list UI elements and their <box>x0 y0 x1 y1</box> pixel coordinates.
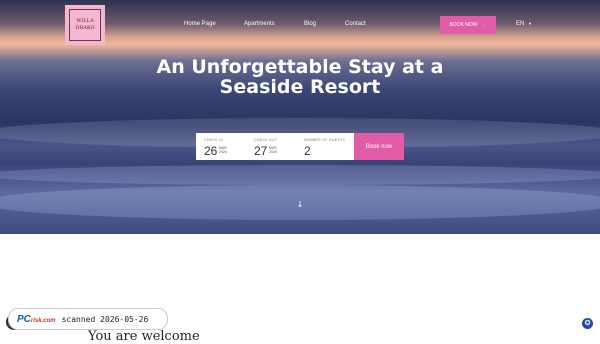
watermark-logo: PCrisk.com <box>17 314 56 325</box>
checkout-day: 27 <box>254 144 268 158</box>
wave-shape <box>0 165 600 185</box>
checkin-month-year: MAR 2026 <box>219 146 227 154</box>
checkout-year: 2026 <box>269 150 277 154</box>
checkin-day: 26 <box>204 144 218 158</box>
accessibility-icon[interactable]: ✪ <box>582 318 593 329</box>
header-book-button[interactable]: BOOK NOW → <box>440 16 496 34</box>
watermark-text: scanned 2026-05-26 <box>61 314 149 324</box>
guests-value: 2 <box>304 144 311 158</box>
guests-label: NUMBER OF GUESTS <box>304 138 346 142</box>
language-label: EN <box>516 21 525 27</box>
book-now-button[interactable]: Book now <box>354 133 404 160</box>
nav-item-contact[interactable]: Contact <box>345 21 366 27</box>
hero-section: WILLA DRAKO Home Page Apartments Blog Co… <box>0 0 600 234</box>
nav-item-home[interactable]: Home Page <box>184 21 216 27</box>
checkout-field[interactable]: CHECK OUT 27 MAR 2026 <box>246 133 296 160</box>
language-selector[interactable]: EN ▼ <box>516 21 532 27</box>
logo-line-1: WILLA <box>76 18 94 24</box>
arrow-right-icon: → <box>481 22 487 28</box>
nav-item-blog[interactable]: Blog <box>304 21 316 27</box>
checkout-month-year: MAR 2026 <box>269 146 277 154</box>
arrow-down-icon[interactable]: ↓ <box>296 201 304 209</box>
site-logo[interactable]: WILLA DRAKO <box>65 5 105 45</box>
checkin-field[interactable]: CHECK IN 26 MAR 2026 <box>196 133 248 160</box>
welcome-heading: You are welcome <box>88 329 200 344</box>
watermark-brand-suffix: risk.com <box>30 317 56 324</box>
nav-item-apartments[interactable]: Apartments <box>244 21 275 27</box>
hero-title: An Unforgettable Stay at a Seaside Resor… <box>156 56 444 98</box>
logo-box: WILLA DRAKO <box>69 9 101 41</box>
logo-line-2: DRAKO <box>75 25 95 31</box>
checkout-label: CHECK OUT <box>254 138 278 142</box>
guests-field[interactable]: NUMBER OF GUESTS 2 <box>296 133 354 160</box>
watermark-brand: PC <box>17 313 31 325</box>
header-book-label: BOOK NOW <box>449 22 478 28</box>
checkin-label: CHECK IN <box>204 138 224 142</box>
chevron-down-icon: ▼ <box>528 21 532 26</box>
checkin-year: 2026 <box>219 150 227 154</box>
scan-watermark: PCrisk.com scanned 2026-05-26 <box>8 308 168 330</box>
